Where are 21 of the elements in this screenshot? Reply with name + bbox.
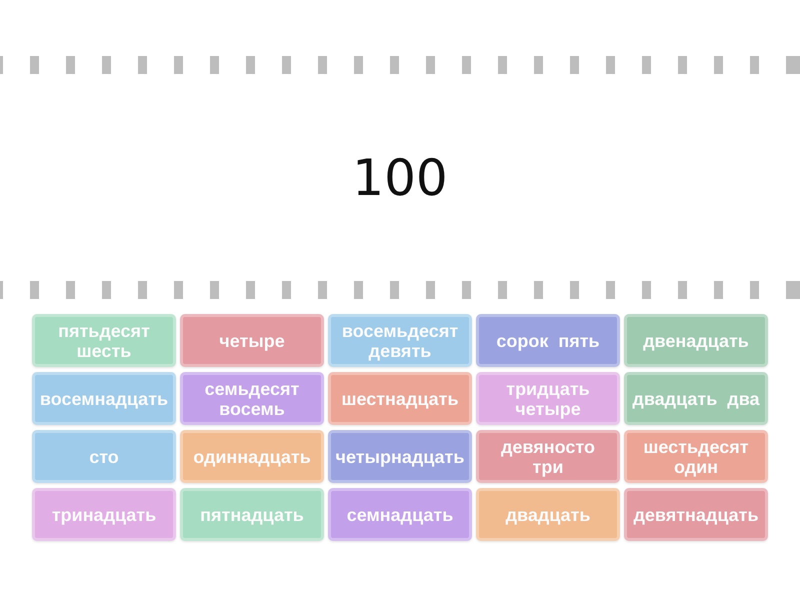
answer-tile[interactable]: пятнадцать [180,488,324,541]
answer-tile[interactable]: тринадцать [32,488,176,541]
answer-tile[interactable]: двенадцать [624,314,768,367]
answer-tile[interactable]: семнадцать [328,488,472,541]
answer-tile[interactable]: шестнадцать [328,372,472,425]
prompt-number: 100 [352,152,448,202]
answer-tile[interactable]: сто [32,430,176,483]
answer-tile[interactable]: четыре [180,314,324,367]
answer-tile[interactable]: девяносто три [476,430,620,483]
answer-tile[interactable]: двадцать два [624,372,768,425]
answer-tile[interactable]: восемьдесят девять [328,314,472,367]
answer-tile[interactable]: семьдесят восемь [180,372,324,425]
answer-tile[interactable]: одиннадцать [180,430,324,483]
answer-tile[interactable]: сорок пять [476,314,620,367]
answer-tile[interactable]: пятьдесят шесть [32,314,176,367]
answer-tile[interactable]: восемнадцать [32,372,176,425]
answer-tile[interactable]: шестьдесят один [624,430,768,483]
answer-tile[interactable]: девятнадцать [624,488,768,541]
answer-tile[interactable]: двадцать [476,488,620,541]
answer-tile[interactable]: четырнадцать [328,430,472,483]
answer-tile[interactable]: тридцать четыре [476,372,620,425]
